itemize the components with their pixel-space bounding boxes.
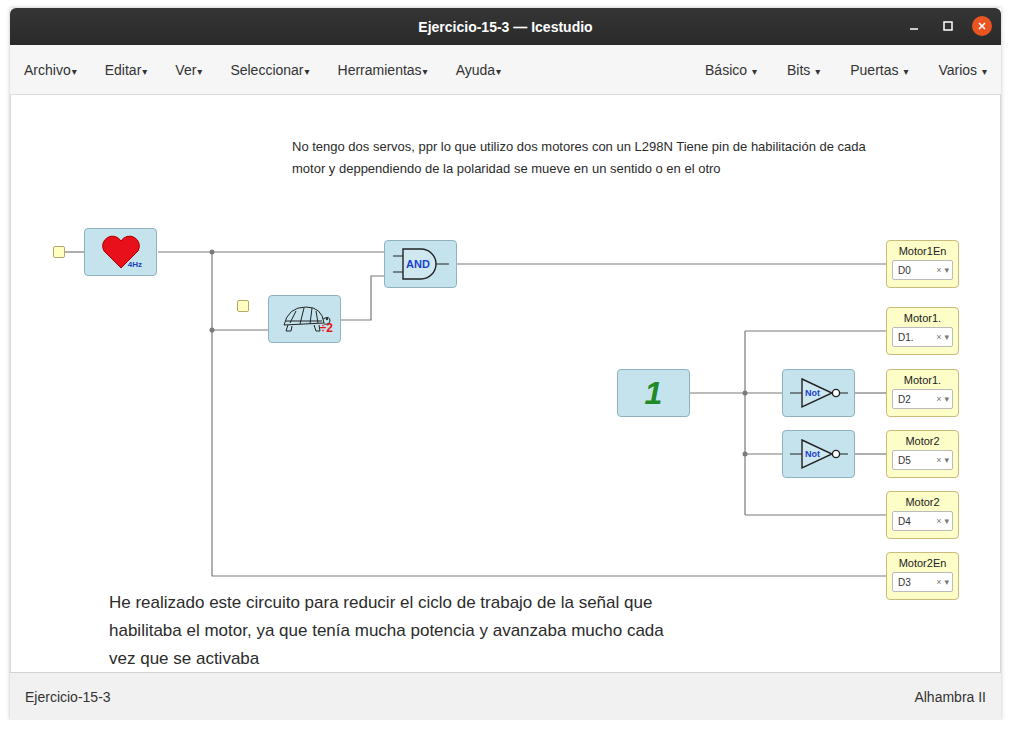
constant-value: 1 (645, 377, 663, 409)
comment-note[interactable]: No tengo dos servos, ppr lo que utilizo … (292, 136, 866, 180)
close-icon (977, 21, 987, 31)
pin-select[interactable]: D4 ×▾ (892, 511, 953, 531)
output-name: Motor2En (899, 557, 947, 569)
divisor-label: ÷2 (320, 321, 333, 335)
clear-button[interactable]: × (936, 455, 941, 465)
pin-select[interactable]: D2 ×▾ (892, 389, 953, 409)
logic-block[interactable]: ÷2 (268, 295, 341, 343)
output-name: Motor2 (905, 496, 939, 508)
pin-value: D3 (898, 577, 911, 588)
menu-item[interactable]: Archivo▾ (24, 62, 77, 78)
output-name: Motor2 (905, 435, 939, 447)
output-name: Motor1En (899, 245, 947, 257)
menu-item[interactable]: Bits ▾ (787, 62, 820, 78)
maximize-button[interactable] (938, 16, 958, 36)
clear-button[interactable]: × (936, 577, 941, 587)
pin-value: D1. (898, 332, 914, 343)
dropdown-arrow[interactable]: ▾ (944, 577, 949, 587)
pin-select[interactable]: D0 ×▾ (892, 260, 953, 280)
output-name: Motor1. (904, 312, 941, 324)
dropdown-arrow[interactable]: ▾ (944, 516, 949, 526)
dropdown-arrow[interactable]: ▾ (944, 265, 949, 275)
pin-select[interactable]: D1. ×▾ (892, 327, 953, 347)
menu-item[interactable]: Varios ▾ (938, 62, 987, 78)
app-window: Ejercicio-15-3 — Icestudio Archivo▾ Editar… (10, 8, 1001, 720)
close-button[interactable] (972, 16, 992, 36)
pin-value: D2 (898, 394, 911, 405)
title-bar: Ejercicio-15-3 — Icestudio (10, 8, 1001, 45)
minimize-button[interactable] (904, 16, 924, 36)
pin-value: D5 (898, 455, 911, 466)
menu-item[interactable]: Básico ▾ (705, 62, 757, 78)
project-name: Ejercicio-15-3 (25, 689, 111, 705)
gate-label: AND (406, 258, 430, 270)
board-name: Alhambra II (914, 689, 986, 705)
output-pin[interactable]: Motor2 D4 ×▾ (886, 491, 959, 539)
dropdown-arrow[interactable]: ▾ (944, 332, 949, 342)
logic-block[interactable]: AND (384, 240, 457, 288)
input-port[interactable] (237, 300, 249, 312)
logic-block[interactable]: Not (782, 430, 855, 478)
dropdown-arrow[interactable]: ▾ (944, 455, 949, 465)
menu-bar: Archivo▾ Editar▾ Ver▾ Seleccionar▾ Herramien… (10, 45, 1001, 95)
gate-label: Not (805, 449, 820, 459)
output-pin[interactable]: Motor1. D2 ×▾ (886, 369, 959, 417)
output-name: Motor1. (904, 374, 941, 386)
output-pin[interactable]: Motor2 D5 ×▾ (886, 430, 959, 478)
menu-item[interactable]: Ayuda▾ (456, 62, 501, 78)
clear-button[interactable]: × (936, 332, 941, 342)
output-pin[interactable]: Motor1En D0 ×▾ (886, 240, 959, 288)
input-port[interactable] (53, 246, 65, 258)
output-pin[interactable]: Motor2En D3 ×▾ (886, 552, 959, 600)
logic-block[interactable]: 1 (617, 369, 690, 417)
gate-label: Not (805, 388, 820, 398)
comment-note[interactable]: He realizado este circuito para reducir … (109, 589, 664, 672)
output-pin[interactable]: Motor1. D1. ×▾ (886, 307, 959, 355)
status-bar: Ejercicio-15-3 Alhambra II (10, 672, 1001, 720)
clear-button[interactable]: × (936, 516, 941, 526)
pin-select[interactable]: D5 ×▾ (892, 450, 953, 470)
pin-select[interactable]: D3 ×▾ (892, 572, 953, 592)
logic-block[interactable]: Not (782, 369, 855, 417)
logic-block[interactable]: 4Hz (84, 228, 157, 276)
pin-value: D0 (898, 265, 911, 276)
menu-item[interactable]: Seleccionar▾ (230, 62, 309, 78)
window-title: Ejercicio-15-3 — Icestudio (418, 19, 592, 35)
minimize-icon (908, 20, 920, 32)
menu-item[interactable]: Editar▾ (105, 62, 148, 78)
maximize-icon (942, 20, 954, 32)
menu-item[interactable]: Ver▾ (175, 62, 202, 78)
frequency-label: 4Hz (128, 260, 142, 269)
menu-item[interactable]: Herramientas▾ (338, 62, 428, 78)
clear-button[interactable]: × (936, 265, 941, 275)
design-canvas[interactable]: 4Hz÷2AND1NotNotMotor1EnD0×▾Motor1.D1.×▾M… (10, 95, 1001, 672)
pin-value: D4 (898, 516, 911, 527)
clear-button[interactable]: × (936, 394, 941, 404)
menu-item[interactable]: Puertas ▾ (850, 62, 908, 78)
dropdown-arrow[interactable]: ▾ (944, 394, 949, 404)
